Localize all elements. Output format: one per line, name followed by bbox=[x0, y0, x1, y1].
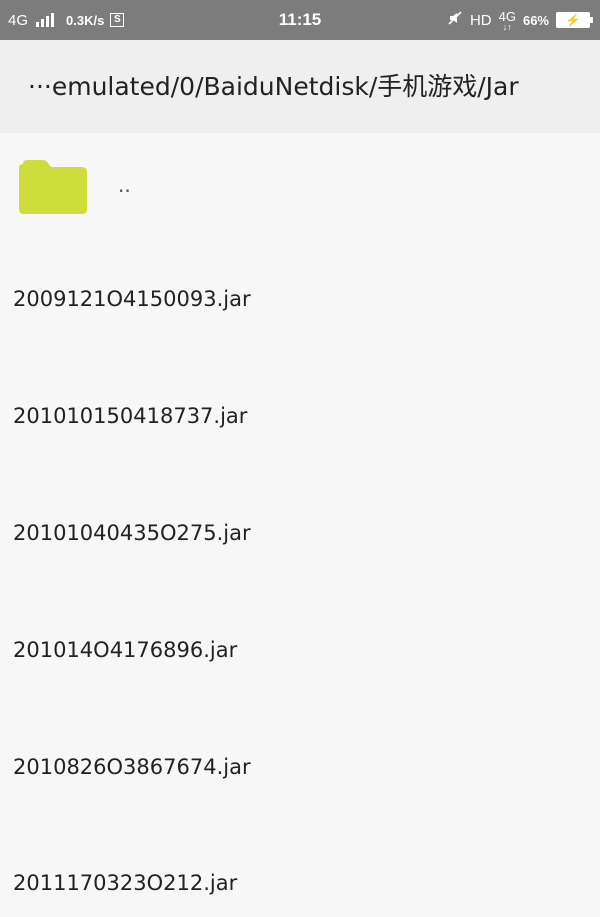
battery-percent: 66% bbox=[522, 12, 549, 28]
file-name: 201010150418737.jar bbox=[13, 404, 248, 428]
file-row[interactable]: 201014O4176896.jar bbox=[0, 624, 600, 684]
status-bar: 4G 0.3K/s S 11:15 HD 4G ↓↑ 66% ⚡ bbox=[0, 0, 600, 40]
current-path[interactable]: ···emulated/0/BaiduNetdisk/手机游戏/Jar bbox=[28, 40, 600, 133]
status-right: HD 4G ↓↑ 66% ⚡ bbox=[447, 0, 593, 40]
path-bar: ···emulated/0/BaiduNetdisk/手机游戏/Jar bbox=[0, 40, 600, 133]
file-row[interactable]: 2010826O3867674.jar bbox=[0, 741, 600, 801]
data-network-icon: 4G ↓↑ bbox=[498, 8, 516, 32]
battery-icon: ⚡ bbox=[556, 12, 593, 28]
parent-directory-row[interactable]: .. bbox=[0, 133, 600, 243]
file-row[interactable]: 2011170323O212.jar bbox=[0, 857, 600, 917]
hd-label: HD bbox=[469, 11, 492, 29]
file-name: 2011170323O212.jar bbox=[13, 871, 238, 895]
file-name: 20101040435O275.jar bbox=[13, 521, 251, 545]
file-row[interactable]: 2009121O4150093.jar bbox=[0, 273, 600, 333]
file-row[interactable]: 20101040435O275.jar bbox=[0, 507, 600, 567]
mute-icon bbox=[447, 10, 463, 30]
file-name: 2010826O3867674.jar bbox=[13, 755, 251, 779]
folder-icon bbox=[19, 160, 87, 214]
parent-directory-label: .. bbox=[118, 173, 131, 197]
file-row[interactable]: 201010150418737.jar bbox=[0, 390, 600, 450]
file-name: 201014O4176896.jar bbox=[13, 638, 238, 662]
file-name: 2009121O4150093.jar bbox=[13, 287, 251, 311]
